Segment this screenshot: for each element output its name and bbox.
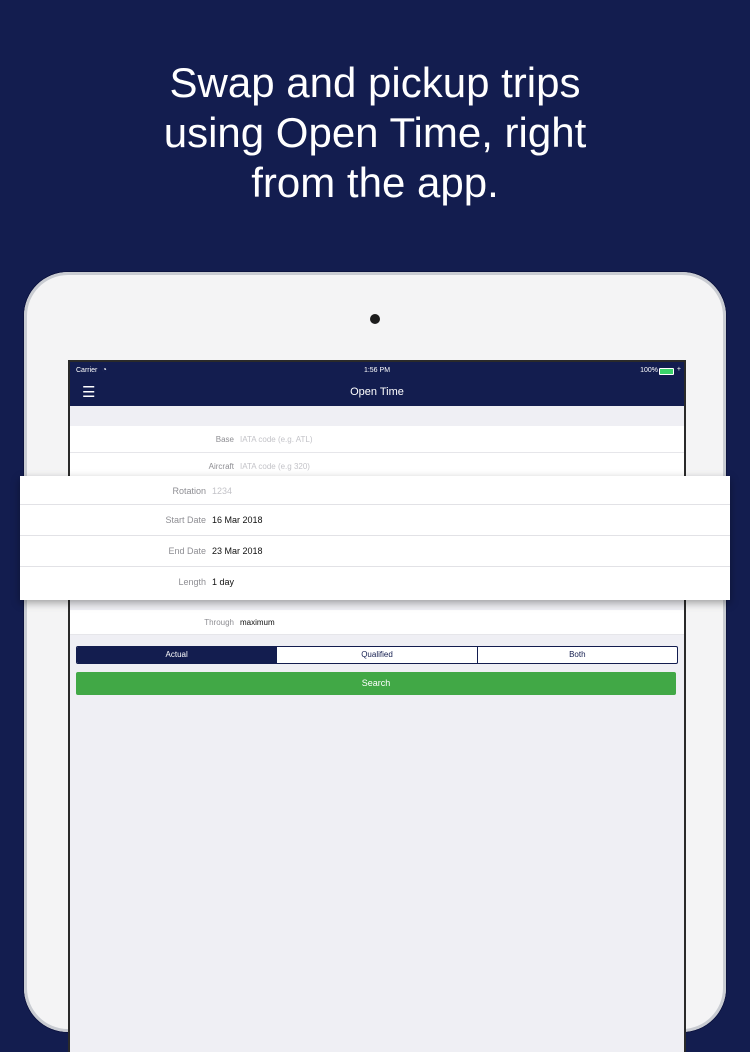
start-date-row[interactable]: Start Date 16 Mar 2018 [20, 505, 730, 536]
length-row[interactable]: Length 1 day [20, 567, 730, 597]
search-form: Base IATA code (e.g. ATL) Aircraft IATA … [70, 426, 684, 480]
charging-icon: + [676, 366, 681, 373]
front-camera [370, 314, 380, 324]
segment-actual[interactable]: Actual [77, 647, 278, 663]
base-row[interactable]: Base IATA code (e.g. ATL) [70, 426, 684, 453]
length-value[interactable]: 1 day [212, 577, 234, 587]
segment-qualified[interactable]: Qualified [277, 647, 478, 663]
through-label: Through [204, 618, 234, 627]
nav-bar: ☰ Open Time [70, 380, 684, 406]
end-date-value[interactable]: 23 Mar 2018 [212, 546, 263, 556]
battery-icon [659, 368, 674, 375]
qualification-segmented-control: Actual Qualified Both [76, 646, 678, 664]
through-row[interactable]: Through maximum [70, 610, 684, 635]
end-date-label: End Date [168, 546, 206, 556]
rotation-input[interactable]: 1234 [212, 486, 232, 496]
start-date-value[interactable]: 16 Mar 2018 [212, 515, 263, 525]
segment-both[interactable]: Both [478, 647, 677, 663]
status-bar: Carrier ◔ 1:56 PM 100% + [70, 362, 684, 380]
headline-line-2: using Open Time, right [163, 109, 587, 156]
start-date-label: Start Date [165, 515, 206, 525]
status-time: 1:56 PM [363, 367, 391, 374]
length-label: Length [178, 577, 206, 587]
rotation-row[interactable]: Rotation 1234 [20, 476, 730, 505]
page-title: Open Time [350, 386, 404, 398]
app-screen: Carrier ◔ 1:56 PM 100% + ☰ Open Time Bas… [68, 360, 686, 1052]
search-button[interactable]: Search [76, 672, 676, 695]
headline-line-3: from the app. [251, 159, 499, 206]
through-value[interactable]: maximum [240, 618, 275, 627]
base-label: Base [215, 435, 234, 444]
promo-headline: Swap and pickup trips using Open Time, r… [0, 58, 750, 208]
base-input[interactable]: IATA code (e.g. ATL) [240, 435, 312, 444]
battery-percent: 100% [640, 367, 658, 374]
end-date-row[interactable]: End Date 23 Mar 2018 [20, 536, 730, 567]
aircraft-label: Aircraft [208, 462, 234, 471]
aircraft-input[interactable]: IATA code (e.g 320) [240, 462, 310, 471]
magnified-form-card: Rotation 1234 Start Date 16 Mar 2018 End… [20, 476, 730, 600]
ipad-frame: Carrier ◔ 1:56 PM 100% + ☰ Open Time Bas… [24, 272, 726, 1052]
headline-line-1: Swap and pickup trips [169, 59, 581, 106]
rotation-label: Rotation [172, 486, 206, 496]
